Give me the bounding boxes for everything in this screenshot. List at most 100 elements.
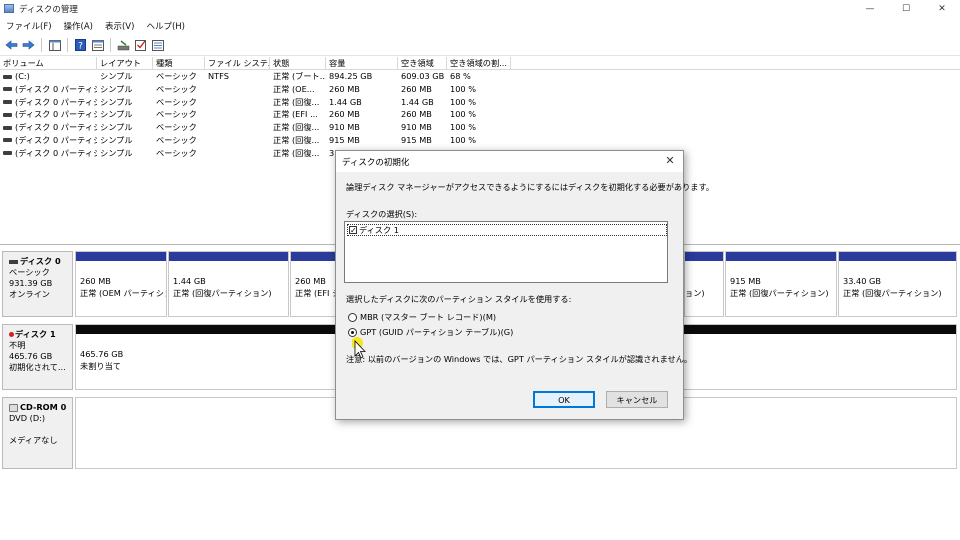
partition-size: 915 MB xyxy=(730,276,761,286)
partition-recovery-3[interactable]: 915 MB 正常 (回復パーティション) xyxy=(725,251,837,317)
partition-bar xyxy=(685,252,723,262)
disk-icon xyxy=(9,259,18,264)
free-space-cell: 1.44 GB xyxy=(401,96,434,107)
partition-recovery-2[interactable]: ョン) xyxy=(684,251,724,317)
menu-action[interactable]: 操作(A) xyxy=(58,20,99,32)
checklist-icon[interactable] xyxy=(132,37,149,53)
cdrom-name: CD-ROM 0 xyxy=(20,402,67,412)
disk-0-state: オンライン xyxy=(9,289,50,299)
status-cell: 正常 (回復... xyxy=(273,147,320,158)
volume-name: (ディスク 0 パーティシ... xyxy=(15,83,97,94)
partition-size: 260 MB xyxy=(295,276,326,286)
toolbar-separator xyxy=(67,38,68,52)
column-header-layout[interactable]: レイアウト xyxy=(97,57,153,69)
partition-size: 260 MB xyxy=(80,276,111,286)
volume-row[interactable]: (ディスク 0 パーティシ...シンプル ベーシック 正常 (回復... 1.44 G… xyxy=(0,96,960,109)
partition-status: ョン) xyxy=(685,288,705,298)
forward-arrow-icon[interactable] xyxy=(20,37,37,53)
ok-button[interactable]: OK xyxy=(533,391,595,408)
volume-row[interactable]: (ディスク 0 パーティシ...シンプル ベーシック 正常 (EFI ... 260 … xyxy=(0,108,960,121)
volume-name: (ディスク 0 パーティシ... xyxy=(15,96,97,107)
disk-error-icon xyxy=(9,332,14,337)
partition-recovery-1[interactable]: 1.44 GB 正常 (回復パーティション) xyxy=(168,251,289,317)
minimize-icon[interactable]: — xyxy=(852,0,888,17)
volume-row[interactable]: (ディスク 0 パーティシ...シンプル ベーシック 正常 (回復... 915 MB… xyxy=(0,134,960,147)
disk-select-label: ディスクの選択(S): xyxy=(346,209,418,219)
volume-cell: (ディスク 0 パーティシ... xyxy=(0,134,97,147)
volume-row[interactable]: (C:) シンプル ベーシック NTFS 正常 (ブート... 894.25 GB 609.… xyxy=(0,70,960,83)
view-list-icon[interactable] xyxy=(149,37,166,53)
cancel-button[interactable]: キャンセル xyxy=(606,391,668,408)
volume-icon xyxy=(3,125,12,130)
layout-cell: シンプル xyxy=(100,83,133,94)
partition-status: 正常 (回復パーティション) xyxy=(730,288,829,298)
toolbar-separator xyxy=(110,38,111,52)
partition-status: 正常 (回復パーティション) xyxy=(173,288,272,298)
partition-bar xyxy=(291,252,335,262)
partition-efi[interactable]: 260 MB 正常 (EFI シ xyxy=(290,251,336,317)
disk-1-label[interactable]: ディスク 1 不明 465.76 GB 初期化されて... xyxy=(2,324,73,390)
filesystem-cell xyxy=(205,134,270,147)
disk-checkbox[interactable]: ✓ xyxy=(349,226,357,235)
dialog-close-icon[interactable]: ✕ xyxy=(663,154,677,168)
toolbar-separator xyxy=(41,38,42,52)
volume-row[interactable]: (ディスク 0 パーティシ...シンプル ベーシック 正常 (OE... 260 MB… xyxy=(0,83,960,96)
disk-0-size: 931.39 GB xyxy=(9,278,53,288)
menu-help[interactable]: ヘルプ(H) xyxy=(140,20,191,32)
disk-select-list[interactable]: ✓ ディスク 1 xyxy=(344,221,668,283)
volume-cell: (ディスク 0 パーティシ... xyxy=(0,108,97,121)
volume-icon xyxy=(3,87,12,92)
maximize-icon[interactable]: ☐ xyxy=(888,0,924,17)
dialog-message: 論理ディスク マネージャーがアクセスできるようにするにはディスクを初期化する必要… xyxy=(346,182,715,192)
column-header-status[interactable]: 状態 xyxy=(270,57,326,69)
menu-view[interactable]: 表示(V) xyxy=(99,20,140,32)
volume-row[interactable]: (ディスク 0 パーティシ...シンプル ベーシック 正常 (回復... 910 MB… xyxy=(0,121,960,134)
menu-file[interactable]: ファイル(F) xyxy=(0,20,58,32)
back-arrow-icon[interactable] xyxy=(3,37,20,53)
connect-disk-icon[interactable] xyxy=(115,37,132,53)
free-percent-cell: 100 % xyxy=(450,109,477,120)
disk-1-name: ディスク 1 xyxy=(15,329,56,339)
volume-name: (ディスク 0 パーティシ... xyxy=(15,134,97,145)
disk-1-state: 初期化されて... xyxy=(9,362,66,372)
partition-recovery-4[interactable]: 33.40 GB 正常 (回復パーティション) xyxy=(838,251,957,317)
column-header-free-percent[interactable]: 空き領域の割... xyxy=(447,57,511,69)
disk-list-item[interactable]: ✓ ディスク 1 xyxy=(347,224,667,236)
partition-oem[interactable]: 260 MB 正常 (OEM パーティション) xyxy=(75,251,167,317)
cdrom-drive: DVD (D:) xyxy=(9,413,46,423)
filesystem-cell xyxy=(205,108,270,121)
filesystem-cell: NTFS xyxy=(208,71,229,81)
column-header-filesystem[interactable]: ファイル システム xyxy=(205,57,270,69)
disk-0-label[interactable]: ディスク 0 ベーシック 931.39 GB オンライン xyxy=(2,251,73,317)
free-space-cell: 910 MB xyxy=(401,122,432,133)
filesystem-cell xyxy=(205,147,270,160)
type-cell: ベーシック xyxy=(156,71,197,81)
status-cell: 正常 (回復... xyxy=(273,122,320,133)
mbr-option[interactable]: MBR (マスター ブート レコード)(M) xyxy=(348,311,496,323)
free-percent-cell: 100 % xyxy=(450,122,477,133)
properties-icon[interactable] xyxy=(89,37,106,53)
volume-cell: (ディスク 0 パーティシ... xyxy=(0,96,97,109)
volume-icon xyxy=(3,151,12,156)
gpt-radio[interactable] xyxy=(348,327,357,337)
console-tree-icon[interactable] xyxy=(46,37,63,53)
filesystem-cell xyxy=(205,83,270,96)
filesystem-cell xyxy=(205,96,270,109)
disk-1-size: 465.76 GB xyxy=(9,351,53,361)
gpt-option[interactable]: GPT (GUID パーティション テーブル)(G) xyxy=(348,326,513,338)
column-header-free-space[interactable]: 空き領域 xyxy=(398,57,447,69)
close-icon[interactable]: ✕ xyxy=(924,0,960,17)
column-header-volume[interactable]: ボリューム xyxy=(0,57,97,69)
cd-drive-icon xyxy=(9,403,18,412)
partition-style-label: 選択したディスクに次のパーティション スタイルを使用する: xyxy=(346,294,572,304)
partition-bar xyxy=(169,252,288,262)
mbr-radio[interactable] xyxy=(348,312,357,322)
column-header-type[interactable]: 種類 xyxy=(153,57,205,69)
volume-name: (ディスク 0 パーティシ... xyxy=(15,147,97,158)
layout-cell: シンプル xyxy=(100,96,133,107)
column-header-capacity[interactable]: 容量 xyxy=(326,57,398,69)
partition-bar xyxy=(839,252,956,262)
help-icon[interactable]: ? xyxy=(72,37,89,53)
cdrom-label[interactable]: CD-ROM 0 DVD (D:) メディアなし xyxy=(2,397,73,469)
volume-name: (ディスク 0 パーティシ... xyxy=(15,122,97,133)
